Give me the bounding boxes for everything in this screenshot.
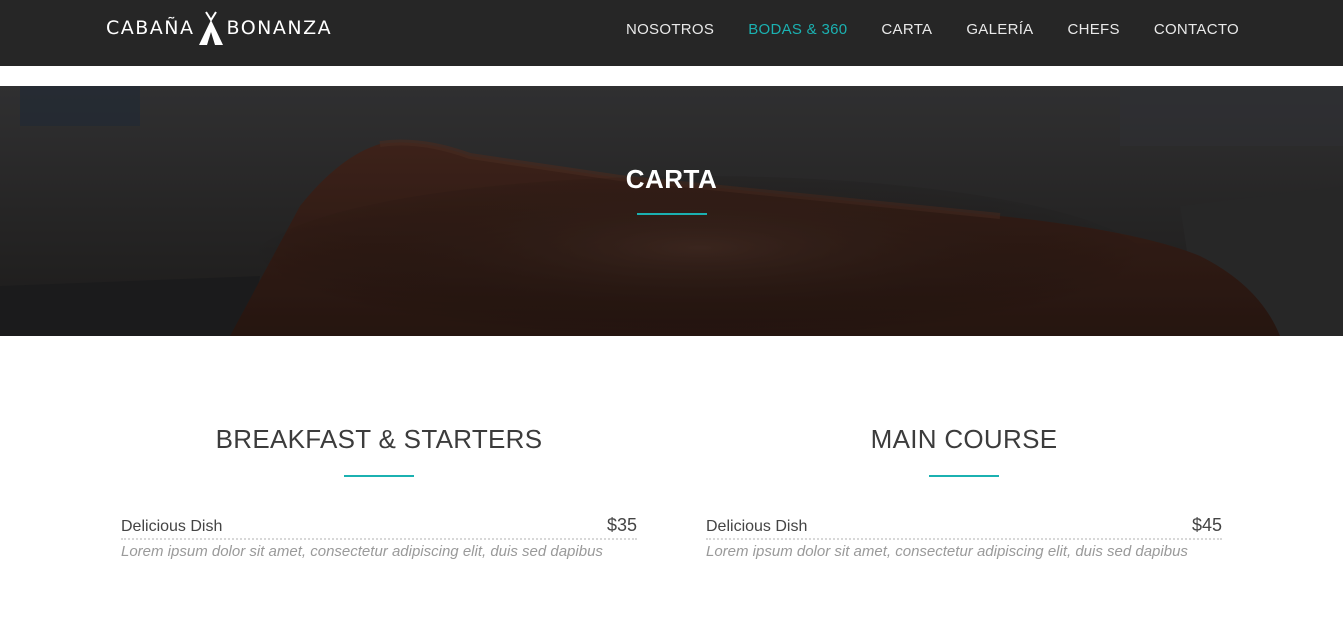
nav-item-bodas-360[interactable]: BODAS & 360: [748, 21, 847, 38]
title-underline: [637, 213, 707, 215]
section-underline: [344, 475, 414, 477]
top-navbar: CABAÑA BONANZA NOSOTROS BODAS & 360 CART…: [0, 0, 1343, 66]
hero-background-image: [0, 86, 1343, 336]
page-title: CARTA: [625, 164, 718, 194]
menu-item: Delicious Dish $45 Lorem ipsum dolor sit…: [706, 515, 1222, 564]
menu-item-description: Lorem ipsum dolor sit amet, consectetur …: [706, 543, 1188, 560]
nav-item-carta[interactable]: CARTA: [881, 21, 932, 38]
brand-name-right: BONANZA: [226, 17, 333, 39]
hero-banner: CARTA: [0, 86, 1343, 336]
nav-item-contacto[interactable]: CONTACTO: [1154, 21, 1239, 38]
menu-item: Delicious Dish $35 Lorem ipsum dolor sit…: [121, 515, 637, 564]
menu-section-breakfast: BREAKFAST & STARTERS Delicious Dish $35 …: [121, 424, 637, 564]
menu-item-name: Delicious Dish: [706, 518, 808, 535]
menu-section-main-course: MAIN COURSE Delicious Dish $45 Lorem ips…: [706, 424, 1222, 564]
nav-item-chefs[interactable]: CHEFS: [1067, 21, 1119, 38]
brand-name-left: CABAÑA: [106, 17, 195, 39]
section-underline: [929, 475, 999, 477]
main-nav: NOSOTROS BODAS & 360 CARTA GALERÍA CHEFS…: [626, 21, 1239, 38]
menu-item-header: Delicious Dish $45: [706, 515, 1222, 540]
menu-item-price: $45: [1191, 515, 1222, 535]
menu-item-description: Lorem ipsum dolor sit amet, consectetur …: [121, 543, 603, 560]
teepee-icon: [198, 11, 223, 45]
nav-item-galeria[interactable]: GALERÍA: [966, 21, 1033, 38]
brand-logo[interactable]: CABAÑA BONANZA: [106, 8, 332, 48]
menu-item-price: $35: [606, 515, 637, 535]
nav-item-nosotros[interactable]: NOSOTROS: [626, 21, 714, 38]
section-title: MAIN COURSE: [870, 424, 1058, 454]
section-title: BREAKFAST & STARTERS: [215, 424, 543, 454]
menu-item-header: Delicious Dish $35: [121, 515, 637, 540]
menu-item-name: Delicious Dish: [121, 518, 223, 535]
